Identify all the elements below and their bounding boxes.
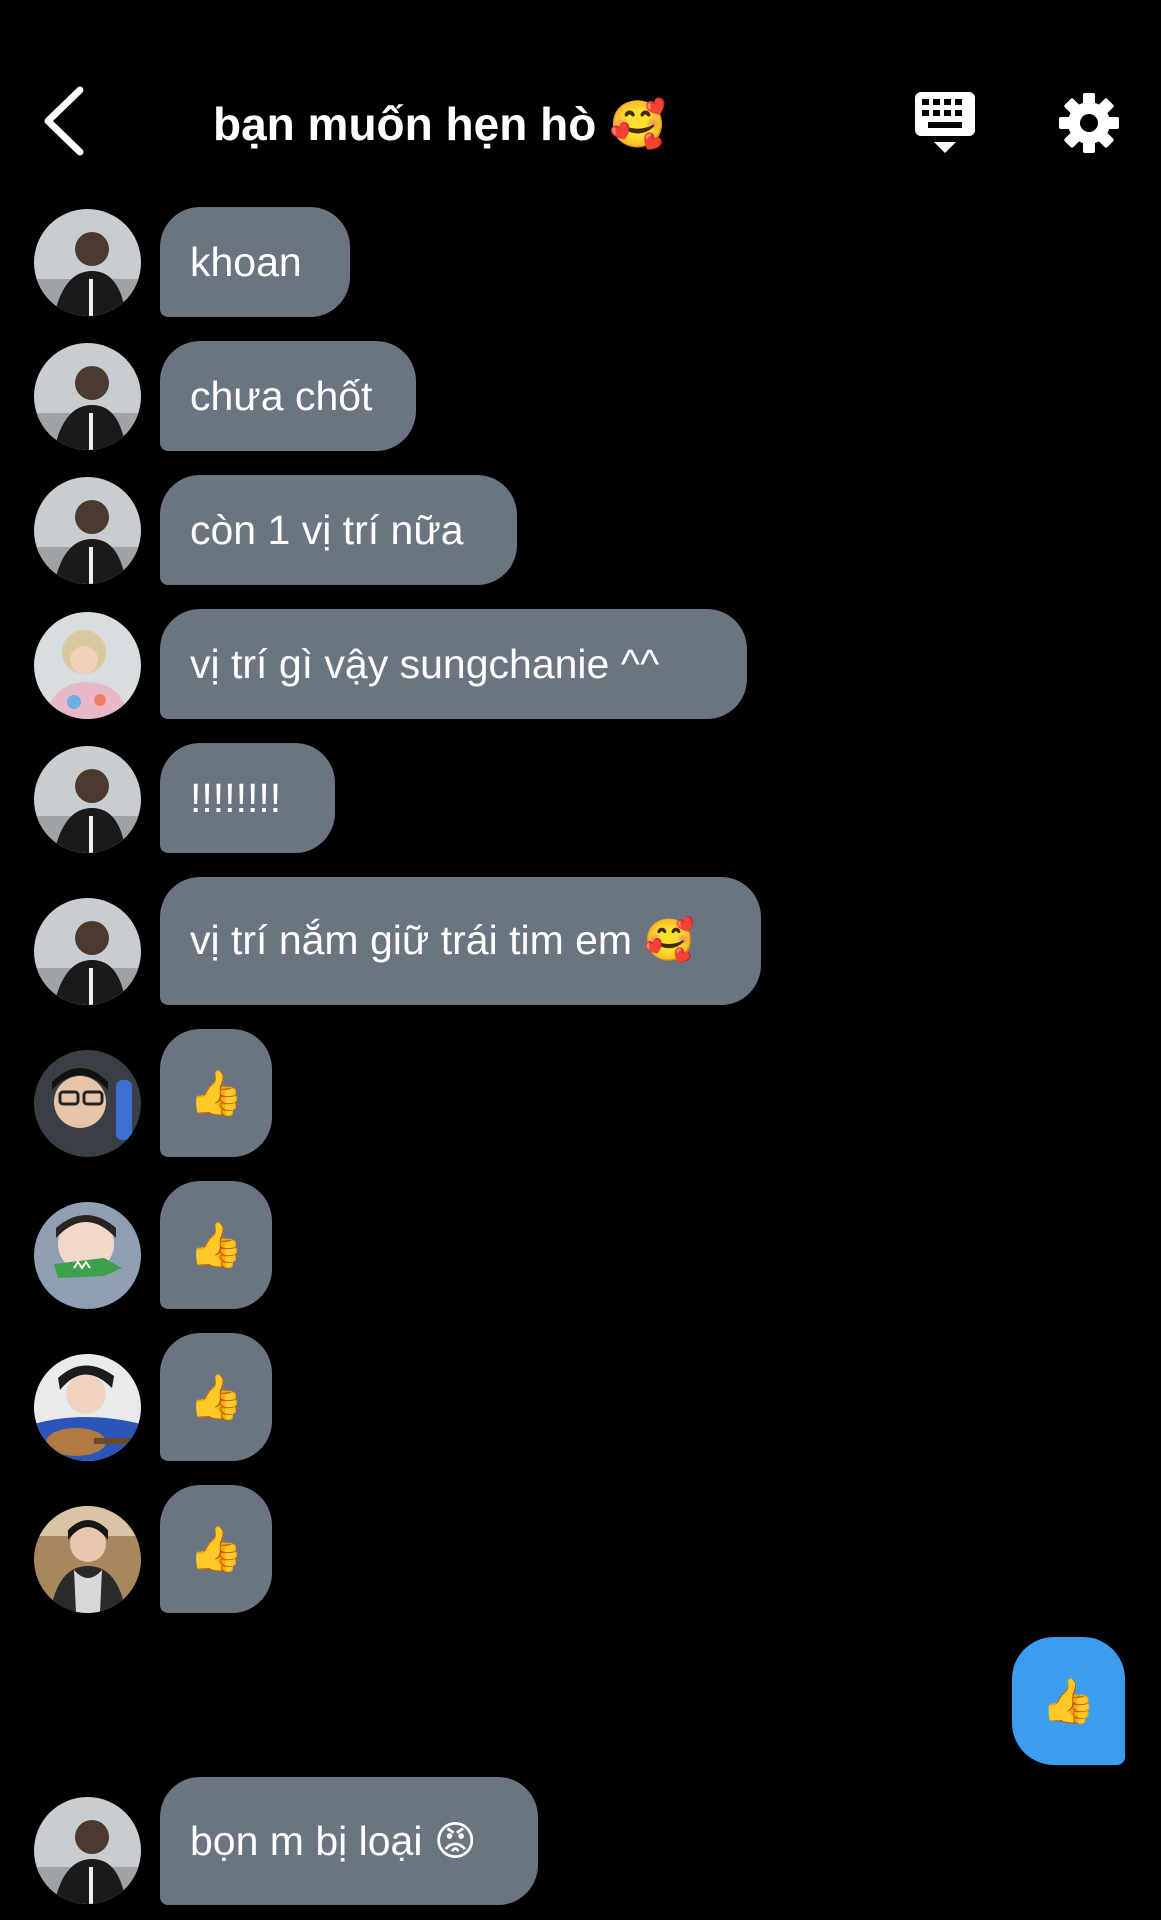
avatar-image xyxy=(34,1797,141,1904)
back-button[interactable] xyxy=(40,84,90,158)
keyboard-button[interactable] xyxy=(914,90,976,156)
chevron-left-icon xyxy=(44,86,84,156)
avatar[interactable] xyxy=(34,209,141,316)
keyboard-icon xyxy=(915,92,975,153)
avatar[interactable] xyxy=(34,1797,141,1904)
avatar-image xyxy=(34,1202,141,1309)
gear-icon xyxy=(1059,93,1119,153)
message-bubble[interactable]: 👍 xyxy=(160,1333,272,1461)
message-bubble[interactable]: vị trí gì vậy sungchanie ^^ xyxy=(160,609,747,719)
avatar-image xyxy=(34,343,141,450)
avatar[interactable] xyxy=(34,1354,141,1461)
avatar-image xyxy=(34,209,141,316)
avatar[interactable] xyxy=(34,1050,141,1157)
avatar-image xyxy=(34,477,141,584)
avatar-image xyxy=(34,612,141,719)
avatar[interactable] xyxy=(34,477,141,584)
avatar[interactable] xyxy=(34,343,141,450)
avatar-image xyxy=(34,1354,141,1461)
avatar[interactable] xyxy=(34,1202,141,1309)
message-bubble[interactable]: 👍 xyxy=(160,1029,272,1157)
avatar[interactable] xyxy=(34,612,141,719)
avatar[interactable] xyxy=(34,1506,141,1613)
message-bubble[interactable]: còn 1 vị trí nữa xyxy=(160,475,517,585)
avatar-image xyxy=(34,1050,141,1157)
avatar-image xyxy=(34,1506,141,1613)
message-bubble[interactable]: !!!!!!!! xyxy=(160,743,335,853)
my-message-bubble[interactable]: 👍 xyxy=(1012,1637,1125,1765)
message-bubble[interactable]: 👍 xyxy=(160,1181,272,1309)
message-bubble[interactable]: khoan xyxy=(160,207,350,317)
avatar-image xyxy=(34,898,141,1005)
avatar[interactable] xyxy=(34,898,141,1005)
message-bubble[interactable]: vị trí nắm giữ trái tim em 🥰 xyxy=(160,877,761,1005)
chat-header: bạn muốn hẹn hò 🥰 xyxy=(0,0,1161,210)
message-bubble[interactable]: 👍 xyxy=(160,1485,272,1613)
avatar[interactable] xyxy=(34,746,141,853)
message-bubble[interactable]: chưa chốt xyxy=(160,341,416,451)
settings-button[interactable] xyxy=(1058,92,1120,154)
avatar-image xyxy=(34,746,141,853)
chat-title: bạn muốn hẹn hò 🥰 xyxy=(213,98,667,150)
message-bubble[interactable]: bọn m bị loại 😡 xyxy=(160,1777,538,1905)
